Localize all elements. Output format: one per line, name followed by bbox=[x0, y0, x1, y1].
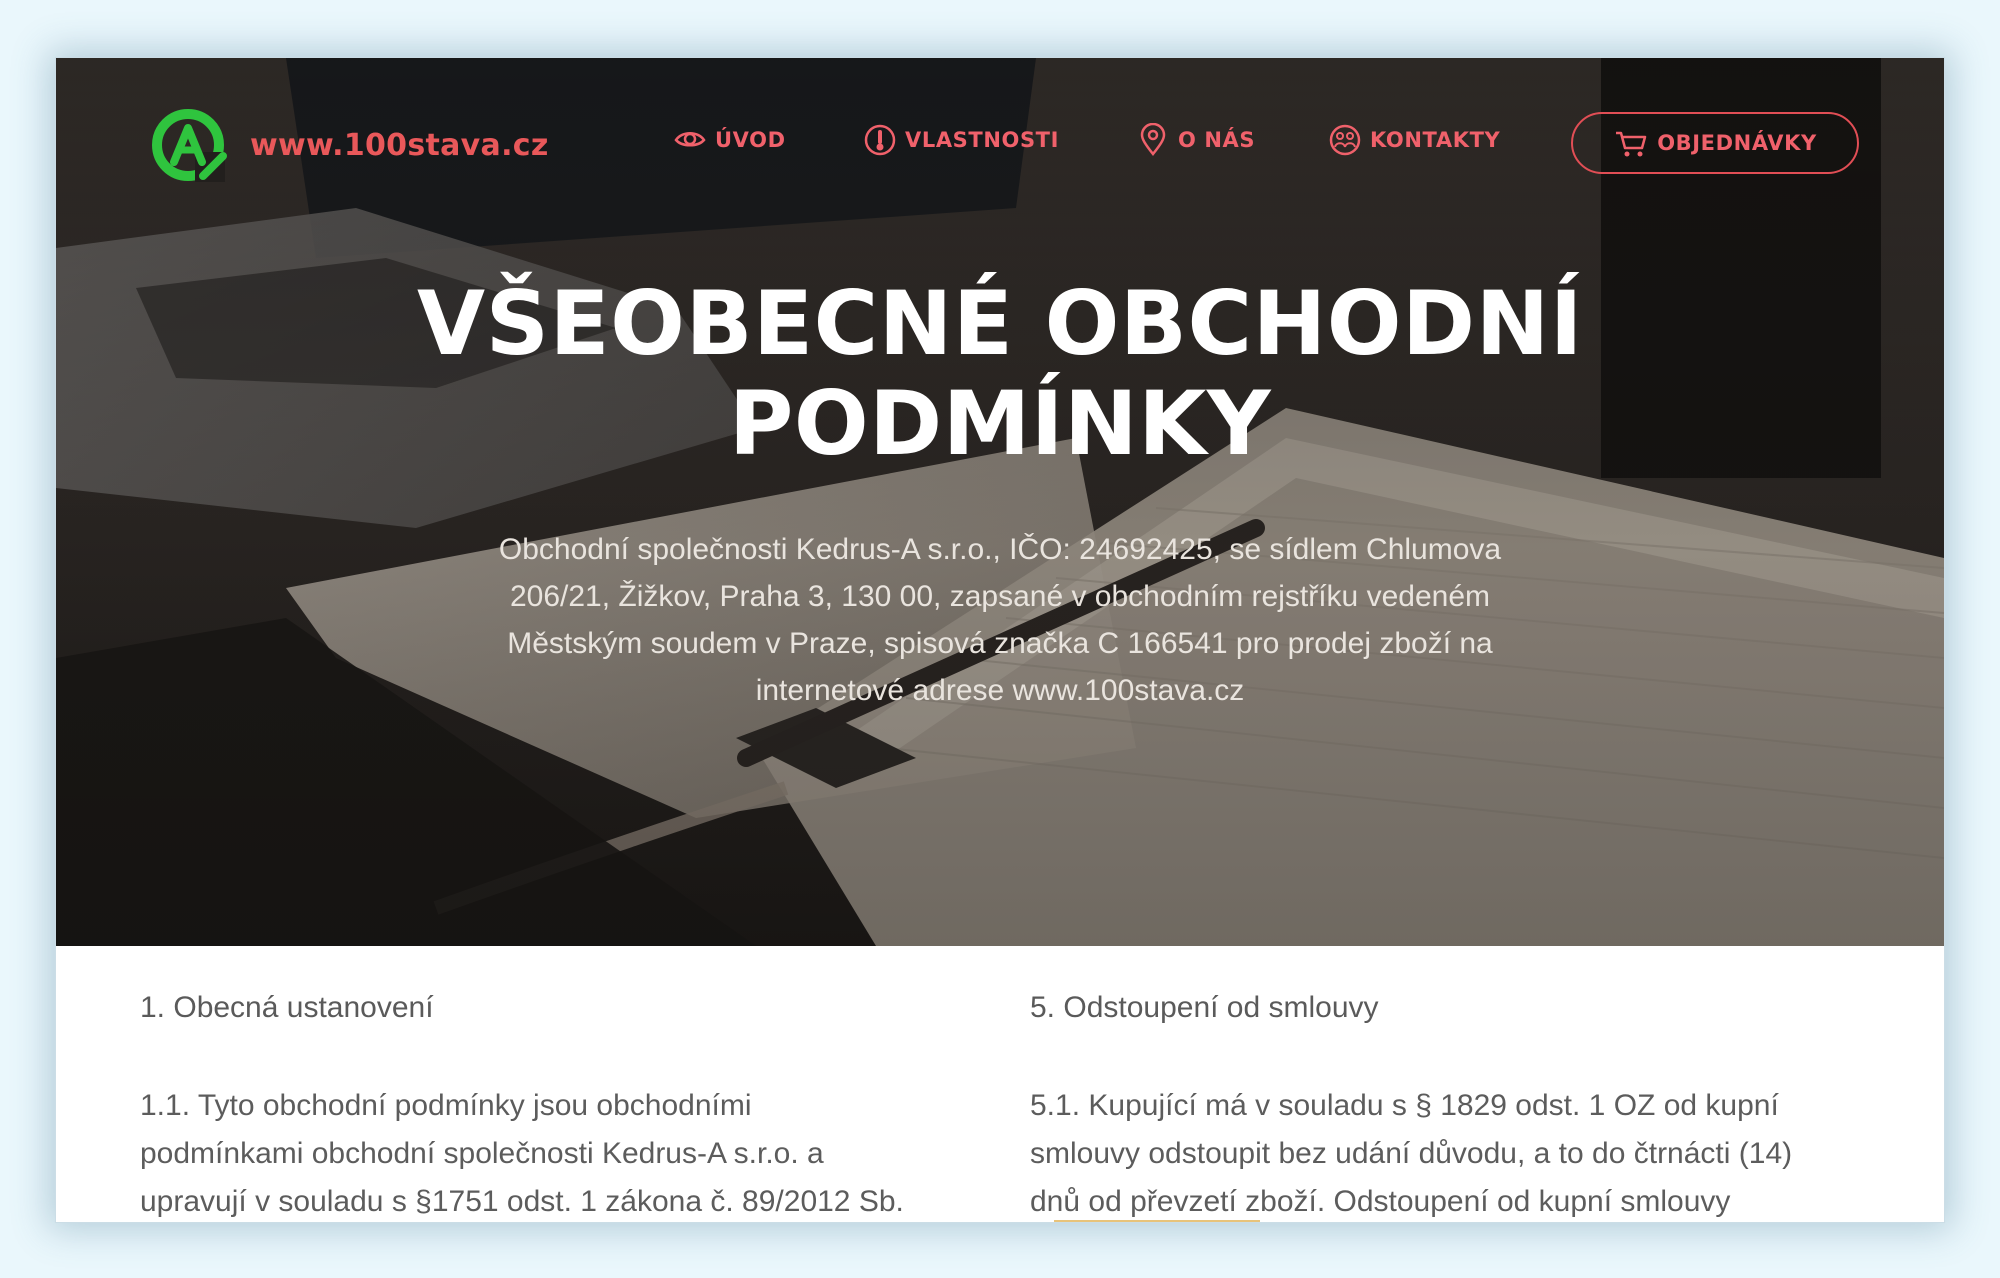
eye-icon bbox=[673, 123, 707, 157]
section-heading: 5. Odstoupení od smlouvy bbox=[1030, 991, 1379, 1024]
cart-icon bbox=[1613, 126, 1649, 160]
terms-column-left: 1. Obecná ustanovení 1.1. Tyto obchodní … bbox=[140, 988, 1000, 1222]
page-title-line-2: PODMÍNKY bbox=[728, 372, 1272, 475]
site-url-link[interactable]: www.100stava.cz bbox=[250, 124, 549, 168]
nav-item-label: KONTAKTY bbox=[1370, 128, 1501, 152]
nav-item-label: ÚVOD bbox=[715, 128, 786, 152]
nav-item-vlastnosti[interactable]: VLASTNOSTI bbox=[863, 120, 1059, 160]
section-heading: 1. Obecná ustanovení bbox=[140, 991, 434, 1024]
nav-item-o-nas[interactable]: O NÁS bbox=[1136, 120, 1255, 160]
browser-page: www.100stava.cz ÚVOD VLASTNOSTI O NÁS KO… bbox=[56, 58, 1944, 1222]
terms-column-right: 5. Odstoupení od smlouvy 5.1. Kupující m… bbox=[1030, 988, 1890, 1222]
section-paragraph: 1.1. Tyto obchodní podmínky jsou obchodn… bbox=[140, 1089, 904, 1218]
contacts-icon bbox=[1328, 123, 1362, 157]
orders-button[interactable]: OBJEDNÁVKY bbox=[1571, 112, 1859, 174]
nav-item-label: VLASTNOSTI bbox=[905, 128, 1060, 152]
link-underline bbox=[1054, 1220, 1260, 1222]
page-title: VŠEOBECNÉ OBCHODNÍ PODMÍNKY bbox=[156, 274, 1844, 474]
company-intro-text: Obchodní společnosti Kedrus-A s.r.o., IČ… bbox=[498, 533, 1502, 707]
page-title-line-1: VŠEOBECNÉ OBCHODNÍ bbox=[417, 272, 1583, 375]
hero-section: www.100stava.cz ÚVOD VLASTNOSTI O NÁS KO… bbox=[56, 58, 1944, 946]
hero-overlay bbox=[56, 58, 1944, 946]
nav-item-uvod[interactable]: ÚVOD bbox=[673, 120, 786, 160]
location-pin-icon bbox=[1136, 123, 1170, 157]
orders-button-label: OBJEDNÁVKY bbox=[1657, 131, 1817, 155]
section-paragraph: 5.1. Kupující má v souladu s § 1829 odst… bbox=[1030, 1089, 1793, 1218]
thermometer-icon bbox=[863, 123, 897, 157]
nav-item-kontakty[interactable]: KONTAKTY bbox=[1328, 120, 1500, 160]
site-logo[interactable] bbox=[147, 104, 229, 186]
nav-item-label: O NÁS bbox=[1178, 128, 1256, 152]
